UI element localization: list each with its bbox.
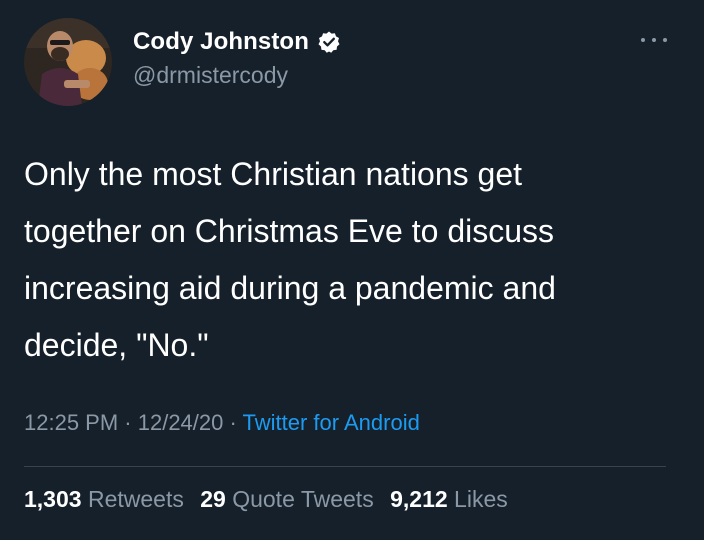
tweet-text-line: decide, "No." — [24, 327, 209, 363]
tweet-card: Cody Johnston @drmistercody Only the mos… — [0, 0, 704, 540]
meta-separator: · — [118, 410, 138, 435]
retweets-count: 1,303 — [24, 486, 82, 512]
quotes-count: 29 — [200, 486, 226, 512]
meta-separator: · — [223, 410, 243, 435]
display-name[interactable]: Cody Johnston — [133, 28, 309, 56]
likes-stat[interactable]: 9,212 Likes — [390, 486, 508, 512]
tweet-text-line: increasing aid during a pandemic and — [24, 270, 556, 306]
more-dot — [663, 38, 667, 42]
tweet-text-line: Only the most Christian nations get — [24, 156, 523, 192]
divider — [24, 466, 666, 467]
tweet-meta: 12:25 PM · 12/24/20 · Twitter for Androi… — [24, 410, 420, 436]
retweets-stat[interactable]: 1,303 Retweets — [24, 486, 184, 512]
quotes-label: Quote Tweets — [232, 486, 374, 512]
verified-badge-icon — [317, 30, 341, 54]
retweets-label: Retweets — [87, 486, 184, 512]
tweet-source-link[interactable]: Twitter for Android — [243, 410, 420, 435]
more-horizontal-icon[interactable] — [641, 34, 667, 46]
avatar[interactable] — [24, 18, 112, 106]
tweet-time[interactable]: 12:25 PM — [24, 410, 118, 435]
more-dot — [652, 38, 656, 42]
author-name-row: Cody Johnston — [133, 28, 341, 56]
more-dot — [641, 38, 645, 42]
quote-tweets-stat[interactable]: 29 Quote Tweets — [200, 486, 373, 512]
tweet-text-line: together on Christmas Eve to discuss — [24, 213, 555, 249]
author-handle[interactable]: @drmistercody — [133, 62, 288, 89]
profile-photo-icon — [24, 18, 112, 106]
tweet-text: Only the most Christian nations get toge… — [24, 146, 684, 374]
likes-label: Likes — [454, 486, 508, 512]
tweet-stats: 1,303 Retweets 29 Quote Tweets 9,212 Lik… — [24, 486, 518, 513]
likes-count: 9,212 — [390, 486, 448, 512]
tweet-date[interactable]: 12/24/20 — [138, 410, 224, 435]
